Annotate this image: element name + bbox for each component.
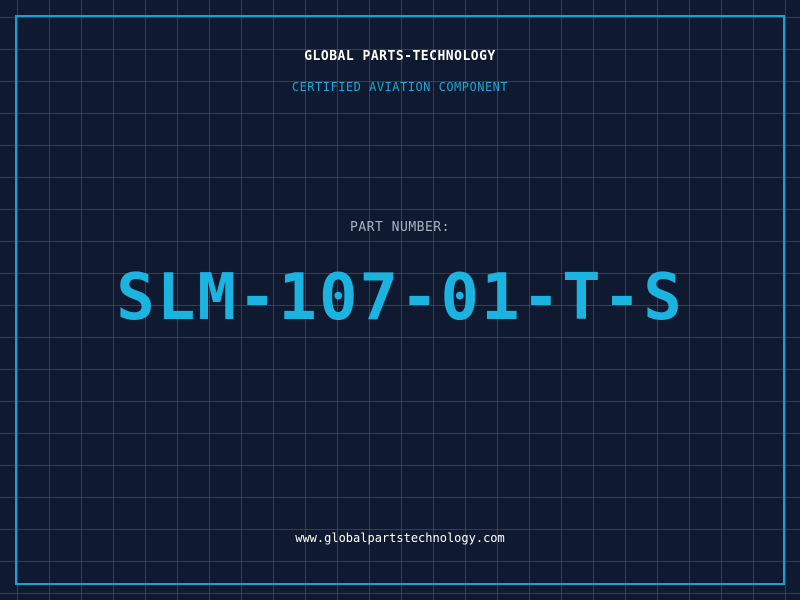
certification-tagline: CERTIFIED AVIATION COMPONENT — [291, 80, 509, 94]
company-name: GLOBAL PARTS-TECHNOLOGY — [304, 49, 496, 64]
part-number-value: SLM-107-01-T-S — [116, 261, 684, 335]
website-url: www.globalpartstechnology.com — [295, 531, 505, 545]
part-number-label: PART NUMBER: — [350, 220, 450, 235]
